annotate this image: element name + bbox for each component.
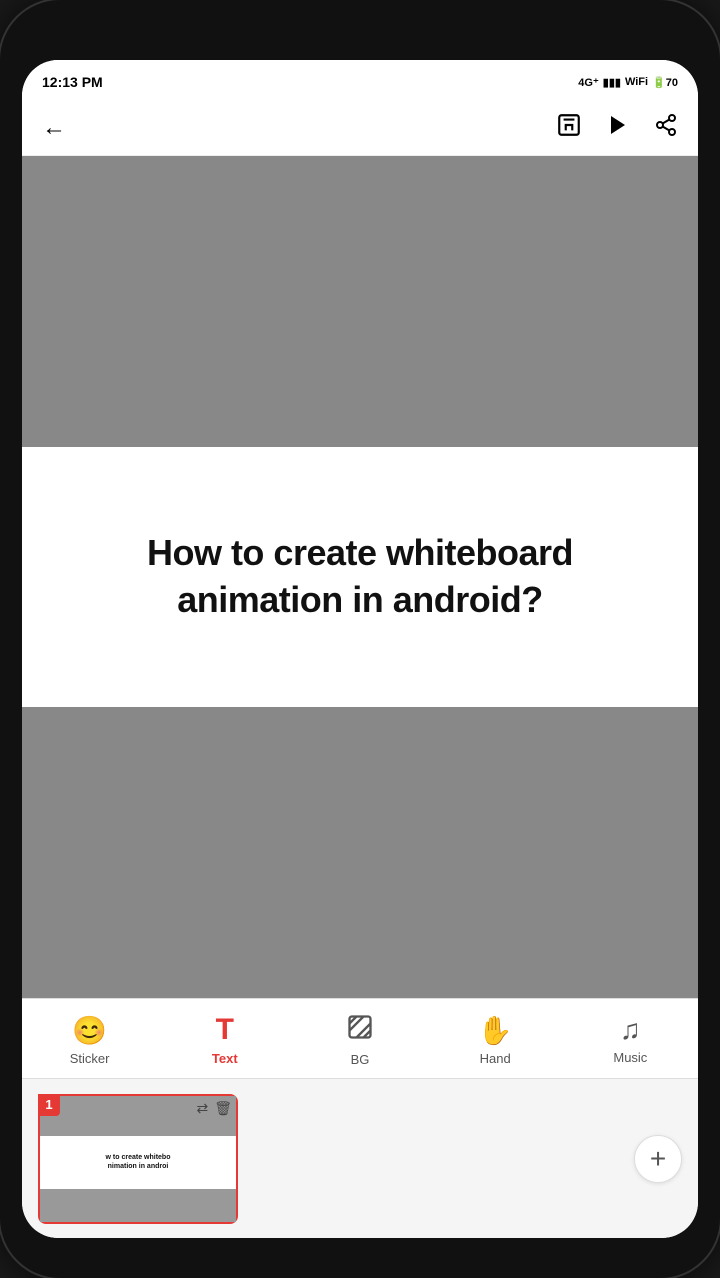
back-button[interactable]: ← — [42, 114, 66, 142]
text-icon: T — [216, 1013, 234, 1047]
wifi-icon: WiFi — [625, 76, 648, 88]
save-button[interactable] — [556, 112, 582, 144]
slide-1-controls: ⇄ 🗑 — [196, 1100, 232, 1117]
canvas-gray-bottom — [22, 707, 698, 998]
slides-panel: 1 ⇄ 🗑 w to create whitebonimation in and… — [22, 1078, 698, 1238]
nav-item-hand[interactable]: ✋ Hand — [455, 1014, 535, 1066]
toolbar-left: ← — [42, 114, 66, 142]
music-icon: ♫ — [620, 1014, 641, 1046]
phone-screen: 12:13 PM 4G⁺ ▮▮▮ WiFi 🔋70 ← — [22, 60, 698, 1238]
nav-item-text[interactable]: T Text — [185, 1013, 265, 1066]
nav-item-sticker[interactable]: 😊 Sticker — [50, 1014, 130, 1066]
canvas-slide[interactable]: How to create whiteboard animation in an… — [22, 447, 698, 707]
slide-1-number: 1 — [38, 1094, 60, 1116]
phone-shell: 12:13 PM 4G⁺ ▮▮▮ WiFi 🔋70 ← — [0, 0, 720, 1278]
hand-icon: ✋ — [478, 1014, 513, 1047]
slide-1-thumbnail[interactable]: 1 ⇄ 🗑 w to create whitebonimation in and… — [38, 1094, 238, 1224]
bottom-nav: 😊 Sticker T Text BG — [22, 998, 698, 1078]
bg-icon — [346, 1013, 374, 1048]
hand-label: Hand — [480, 1051, 511, 1066]
canvas-area: How to create whiteboard animation in an… — [22, 156, 698, 998]
status-bar: 12:13 PM 4G⁺ ▮▮▮ WiFi 🔋70 — [22, 60, 698, 100]
nav-item-music[interactable]: ♫ Music — [590, 1014, 670, 1065]
play-button[interactable] — [606, 113, 630, 143]
status-time: 12:13 PM — [42, 74, 103, 90]
toolbar-right — [556, 112, 678, 144]
share-button[interactable] — [654, 113, 678, 143]
signal-icon: ▮▮▮ — [603, 76, 621, 89]
sticker-label: Sticker — [70, 1051, 110, 1066]
bg-label: BG — [351, 1052, 370, 1067]
text-label: Text — [212, 1051, 238, 1066]
thumb-white-mid: w to create whitebonimation in androi — [40, 1136, 236, 1189]
canvas-gray-top — [22, 156, 698, 447]
toolbar: ← — [22, 100, 698, 156]
thumb-gray-bottom — [40, 1189, 236, 1222]
battery-icon: 🔋70 — [652, 76, 678, 89]
network-icon: 4G⁺ — [578, 76, 598, 89]
nav-item-bg[interactable]: BG — [320, 1013, 400, 1067]
slide-delete-icon[interactable]: 🗑 — [214, 1100, 232, 1117]
music-label: Music — [613, 1050, 647, 1065]
status-icons: 4G⁺ ▮▮▮ WiFi 🔋70 — [578, 76, 678, 89]
slide-text: How to create whiteboard animation in an… — [147, 530, 573, 624]
slide-move-icon[interactable]: ⇄ — [196, 1100, 208, 1117]
sticker-icon: 😊 — [72, 1014, 107, 1047]
thumb-slide-text: w to create whitebonimation in androi — [106, 1154, 171, 1171]
add-slide-button[interactable]: + — [634, 1135, 682, 1183]
